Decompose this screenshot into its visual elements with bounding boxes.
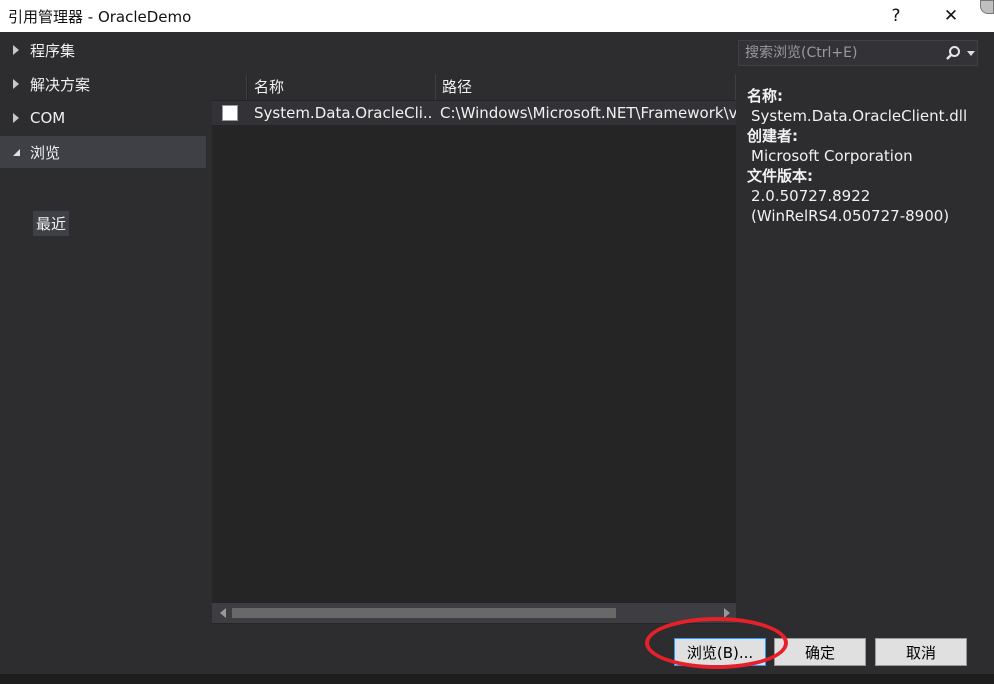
- column-header-check[interactable]: [212, 74, 247, 100]
- scroll-indicator: [980, 0, 994, 14]
- window-bottom-edge: [0, 674, 994, 684]
- search-box[interactable]: [738, 40, 978, 66]
- detail-creator-value: Microsoft Corporation: [751, 147, 913, 165]
- sidebar-item-label: 解决方案: [30, 75, 91, 94]
- title-bar: 引用管理器 - OracleDemo ? ✕: [0, 0, 994, 32]
- detail-name-label: 名称:: [747, 87, 783, 105]
- row-name: System.Data.OracleCli...: [254, 104, 434, 122]
- close-icon: ✕: [943, 6, 959, 26]
- horizontal-scrollbar[interactable]: [212, 603, 736, 623]
- row-path: C:\Windows\Microsoft.NET\Framework\v: [440, 104, 736, 122]
- list-header: 名称 路径: [212, 74, 736, 100]
- search-dropdown-icon[interactable]: [967, 51, 975, 56]
- browse-button[interactable]: 浏览(B)...: [674, 638, 766, 666]
- help-icon: ?: [891, 6, 901, 26]
- footer: 浏览(B)... 确定 取消: [0, 628, 994, 674]
- reference-list: 名称 路径 System.Data.OracleCli... C:\Window…: [212, 74, 736, 624]
- sidebar-item-com[interactable]: COM: [0, 102, 206, 134]
- close-button[interactable]: ✕: [928, 0, 974, 32]
- help-button[interactable]: ?: [873, 0, 919, 32]
- detail-version-value: 2.0.50727.8922: [751, 187, 871, 205]
- chevron-right-icon[interactable]: [10, 79, 22, 89]
- table-row[interactable]: System.Data.OracleCli... C:\Windows\Micr…: [212, 101, 736, 125]
- scroll-right-icon[interactable]: [724, 608, 730, 618]
- detail-version-label: 文件版本:: [747, 167, 813, 185]
- sidebar-item-label: COM: [30, 109, 66, 127]
- sidebar-item-assemblies[interactable]: 程序集: [0, 34, 206, 66]
- cancel-button[interactable]: 取消: [875, 638, 967, 666]
- column-header-path[interactable]: 路径: [436, 74, 736, 100]
- sidebar-item-browse[interactable]: 浏览: [0, 136, 206, 168]
- details-panel: 名称: System.Data.OracleClient.dll 创建者: Mi…: [747, 86, 987, 226]
- sidebar-item-label: 程序集: [30, 41, 76, 60]
- chevron-expanded-icon[interactable]: [10, 148, 22, 156]
- sidebar-item-solution[interactable]: 解决方案: [0, 68, 206, 100]
- scroll-thumb[interactable]: [232, 608, 616, 618]
- detail-version-build: (WinRelRS4.050727-8900): [751, 207, 950, 225]
- window-title: 引用管理器 - OracleDemo: [8, 8, 192, 26]
- search-icon[interactable]: [945, 45, 961, 61]
- column-header-name[interactable]: 名称: [248, 74, 436, 100]
- ok-button[interactable]: 确定: [774, 638, 866, 666]
- chevron-right-icon[interactable]: [10, 45, 22, 55]
- sidebar-item-label: 浏览: [30, 143, 61, 162]
- sidebar-subitem-recent[interactable]: 最近: [33, 211, 70, 236]
- detail-name-value: System.Data.OracleClient.dll: [751, 107, 968, 125]
- sidebar-nav: 程序集 解决方案 COM 浏览 最近: [0, 32, 210, 628]
- detail-creator-label: 创建者:: [747, 127, 798, 145]
- search-input[interactable]: [745, 43, 935, 63]
- row-checkbox[interactable]: [222, 105, 238, 121]
- chevron-right-icon[interactable]: [10, 113, 22, 123]
- scroll-left-icon[interactable]: [220, 608, 226, 618]
